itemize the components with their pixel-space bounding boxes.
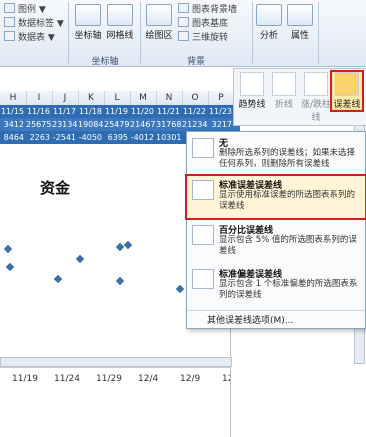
table-cell[interactable]: 11/15 [0, 105, 26, 118]
ribbon-separator [252, 2, 253, 64]
data-point[interactable] [115, 242, 125, 252]
table-cell[interactable]: -2541 [52, 131, 78, 144]
chart-floor-icon [178, 17, 189, 27]
x-tick-label: 12/4 [138, 374, 158, 384]
ribbon: 图例 ▼ 数据标签 ▼ 数据表 ▼ 坐标轴 网格线 坐标轴 绘图区 图表背景墙 … [0, 0, 366, 67]
table-cell[interactable]: 19084 [78, 118, 104, 131]
table-cell[interactable]: 11/22 [182, 105, 208, 118]
up-down-bars-button[interactable]: 涨/跌柱线 [300, 72, 332, 123]
data-point[interactable] [53, 274, 63, 284]
ribbon-separator [318, 2, 319, 64]
no-error-bars-icon [192, 138, 214, 158]
table-cell[interactable]: 6395 [104, 131, 130, 144]
table-cell[interactable]: 2263 [26, 131, 52, 144]
data-point[interactable] [75, 254, 85, 264]
horizontal-scrollbar[interactable] [0, 357, 232, 367]
menu-item-standard-error[interactable]: 标准误差误差线 显示使用标准误差的所选图表系列的误差线 [185, 174, 366, 220]
table-cell[interactable]: -4012 [130, 131, 156, 144]
table-cell[interactable]: 11/18 [78, 105, 104, 118]
chart-floor-button[interactable]: 图表基底 [178, 16, 228, 29]
table-cell[interactable]: 11/17 [52, 105, 78, 118]
table-cell[interactable]: 11/23 [208, 105, 234, 118]
x-tick-label: 12/9 [180, 374, 200, 384]
x-tick-label: 11/24 [54, 374, 80, 384]
table-cell[interactable]: 21234 [182, 118, 208, 131]
gridlines-button[interactable]: 网格线 [104, 4, 136, 41]
column-header[interactable]: N [156, 91, 183, 105]
table-cell[interactable]: 11/20 [130, 105, 156, 118]
data-point[interactable] [3, 244, 13, 254]
analysis-icon [256, 4, 282, 26]
table-cell[interactable]: 25675 [26, 118, 52, 131]
table-cell[interactable]: -4050 [78, 131, 104, 144]
table-cell[interactable]: 31768 [156, 118, 182, 131]
data-labels-icon [4, 17, 15, 27]
gridlines-icon [107, 4, 133, 26]
analysis-button[interactable]: 分析 [256, 4, 282, 41]
error-bars-button[interactable]: 误差线 [330, 70, 364, 112]
column-header[interactable]: L [104, 91, 131, 105]
table-cell[interactable]: 23134 [52, 118, 78, 131]
axes-button[interactable]: 坐标轴 [72, 4, 104, 41]
data-table-icon [4, 31, 15, 41]
table-cell[interactable]: 25479 [104, 118, 130, 131]
standard-error-icon [192, 180, 214, 200]
column-header[interactable]: I [26, 91, 53, 105]
3d-rotation-icon [178, 31, 189, 41]
table-cell[interactable]: 8464 [0, 131, 26, 144]
plot-area-icon [146, 4, 172, 26]
table-cell[interactable]: 21467 [130, 118, 156, 131]
table-cell[interactable]: 11/21 [156, 105, 182, 118]
column-header[interactable]: P [208, 91, 235, 105]
column-header[interactable]: M [130, 91, 157, 105]
table-cell[interactable]: 11/16 [26, 105, 52, 118]
background-section-label: 背景 [186, 57, 205, 67]
axes-icon [75, 4, 101, 26]
menu-item-none[interactable]: 无 删除所选系列的误差线；如果未选择任何系列，则删除所有误差线 [187, 134, 365, 174]
trendline-icon [240, 72, 264, 96]
legend-button[interactable]: 图例 ▼ [4, 2, 46, 15]
legend-icon [4, 3, 15, 13]
table-cell[interactable]: 11/19 [104, 105, 130, 118]
up-down-bars-icon [304, 72, 328, 96]
table-cell[interactable]: 3412 [0, 118, 26, 131]
properties-button[interactable]: 属性 [286, 4, 314, 41]
table-row: 11/15 11/16 11/17 11/18 11/19 11/20 11/21 11/22… [0, 105, 240, 118]
data-point[interactable] [123, 240, 133, 250]
x-tick-label: 11/29 [96, 374, 122, 384]
menu-item-percentage[interactable]: 百分比误差线 显示包含 5% 值的所选图表系列的误差线 [187, 221, 365, 263]
axes-section-label: 坐标轴 [91, 57, 119, 67]
properties-icon [287, 4, 313, 26]
standard-deviation-icon [192, 269, 214, 289]
trendline-button[interactable]: 趋势线 [236, 72, 268, 110]
ribbon-separator [68, 2, 69, 64]
3d-rotation-button[interactable]: 三维旋转 [178, 30, 228, 43]
x-tick-label: 12/14 [222, 374, 230, 384]
x-tick-label: 11/19 [12, 374, 38, 384]
chart-wall-icon [178, 3, 189, 13]
percentage-error-icon [192, 225, 214, 245]
lines-icon [272, 72, 296, 96]
data-point[interactable] [5, 262, 15, 272]
data-point[interactable] [115, 276, 125, 286]
chart-wall-button[interactable]: 图表背景墙 [178, 2, 237, 15]
table-cell[interactable]: 3217 [208, 118, 234, 131]
table-cell[interactable]: 10301 [156, 131, 182, 144]
column-header[interactable]: J [52, 91, 79, 105]
ribbon-separator [140, 2, 141, 64]
menu-item-more-options[interactable]: 其他误差线选项(M)... [187, 310, 365, 327]
lines-button[interactable]: 折线 [268, 72, 300, 110]
menu-item-standard-deviation[interactable]: 标准偏差误差线 显示包含 1 个标准偏差的所选图表系列的误差线 [187, 265, 365, 307]
data-labels-button[interactable]: 数据标签 ▼ [4, 16, 64, 29]
table-row: 3412 25675 23134 19084 25479 21467 31768 21234 3… [0, 118, 240, 131]
plot-area-button[interactable]: 绘图区 [142, 4, 176, 41]
error-bars-menu: 无 删除所选系列的误差线；如果未选择任何系列，则删除所有误差线 标准误差误差线 … [185, 131, 366, 329]
data-table-button[interactable]: 数据表 ▼ [4, 30, 55, 43]
column-header[interactable]: H [0, 91, 27, 105]
column-header[interactable]: K [78, 91, 105, 105]
analysis-dropdown-panel: 趋势线 折线 涨/跌柱线 误差线 [233, 68, 366, 126]
column-header[interactable]: O [182, 91, 209, 105]
error-bars-icon [335, 72, 359, 96]
data-point[interactable] [175, 284, 185, 294]
